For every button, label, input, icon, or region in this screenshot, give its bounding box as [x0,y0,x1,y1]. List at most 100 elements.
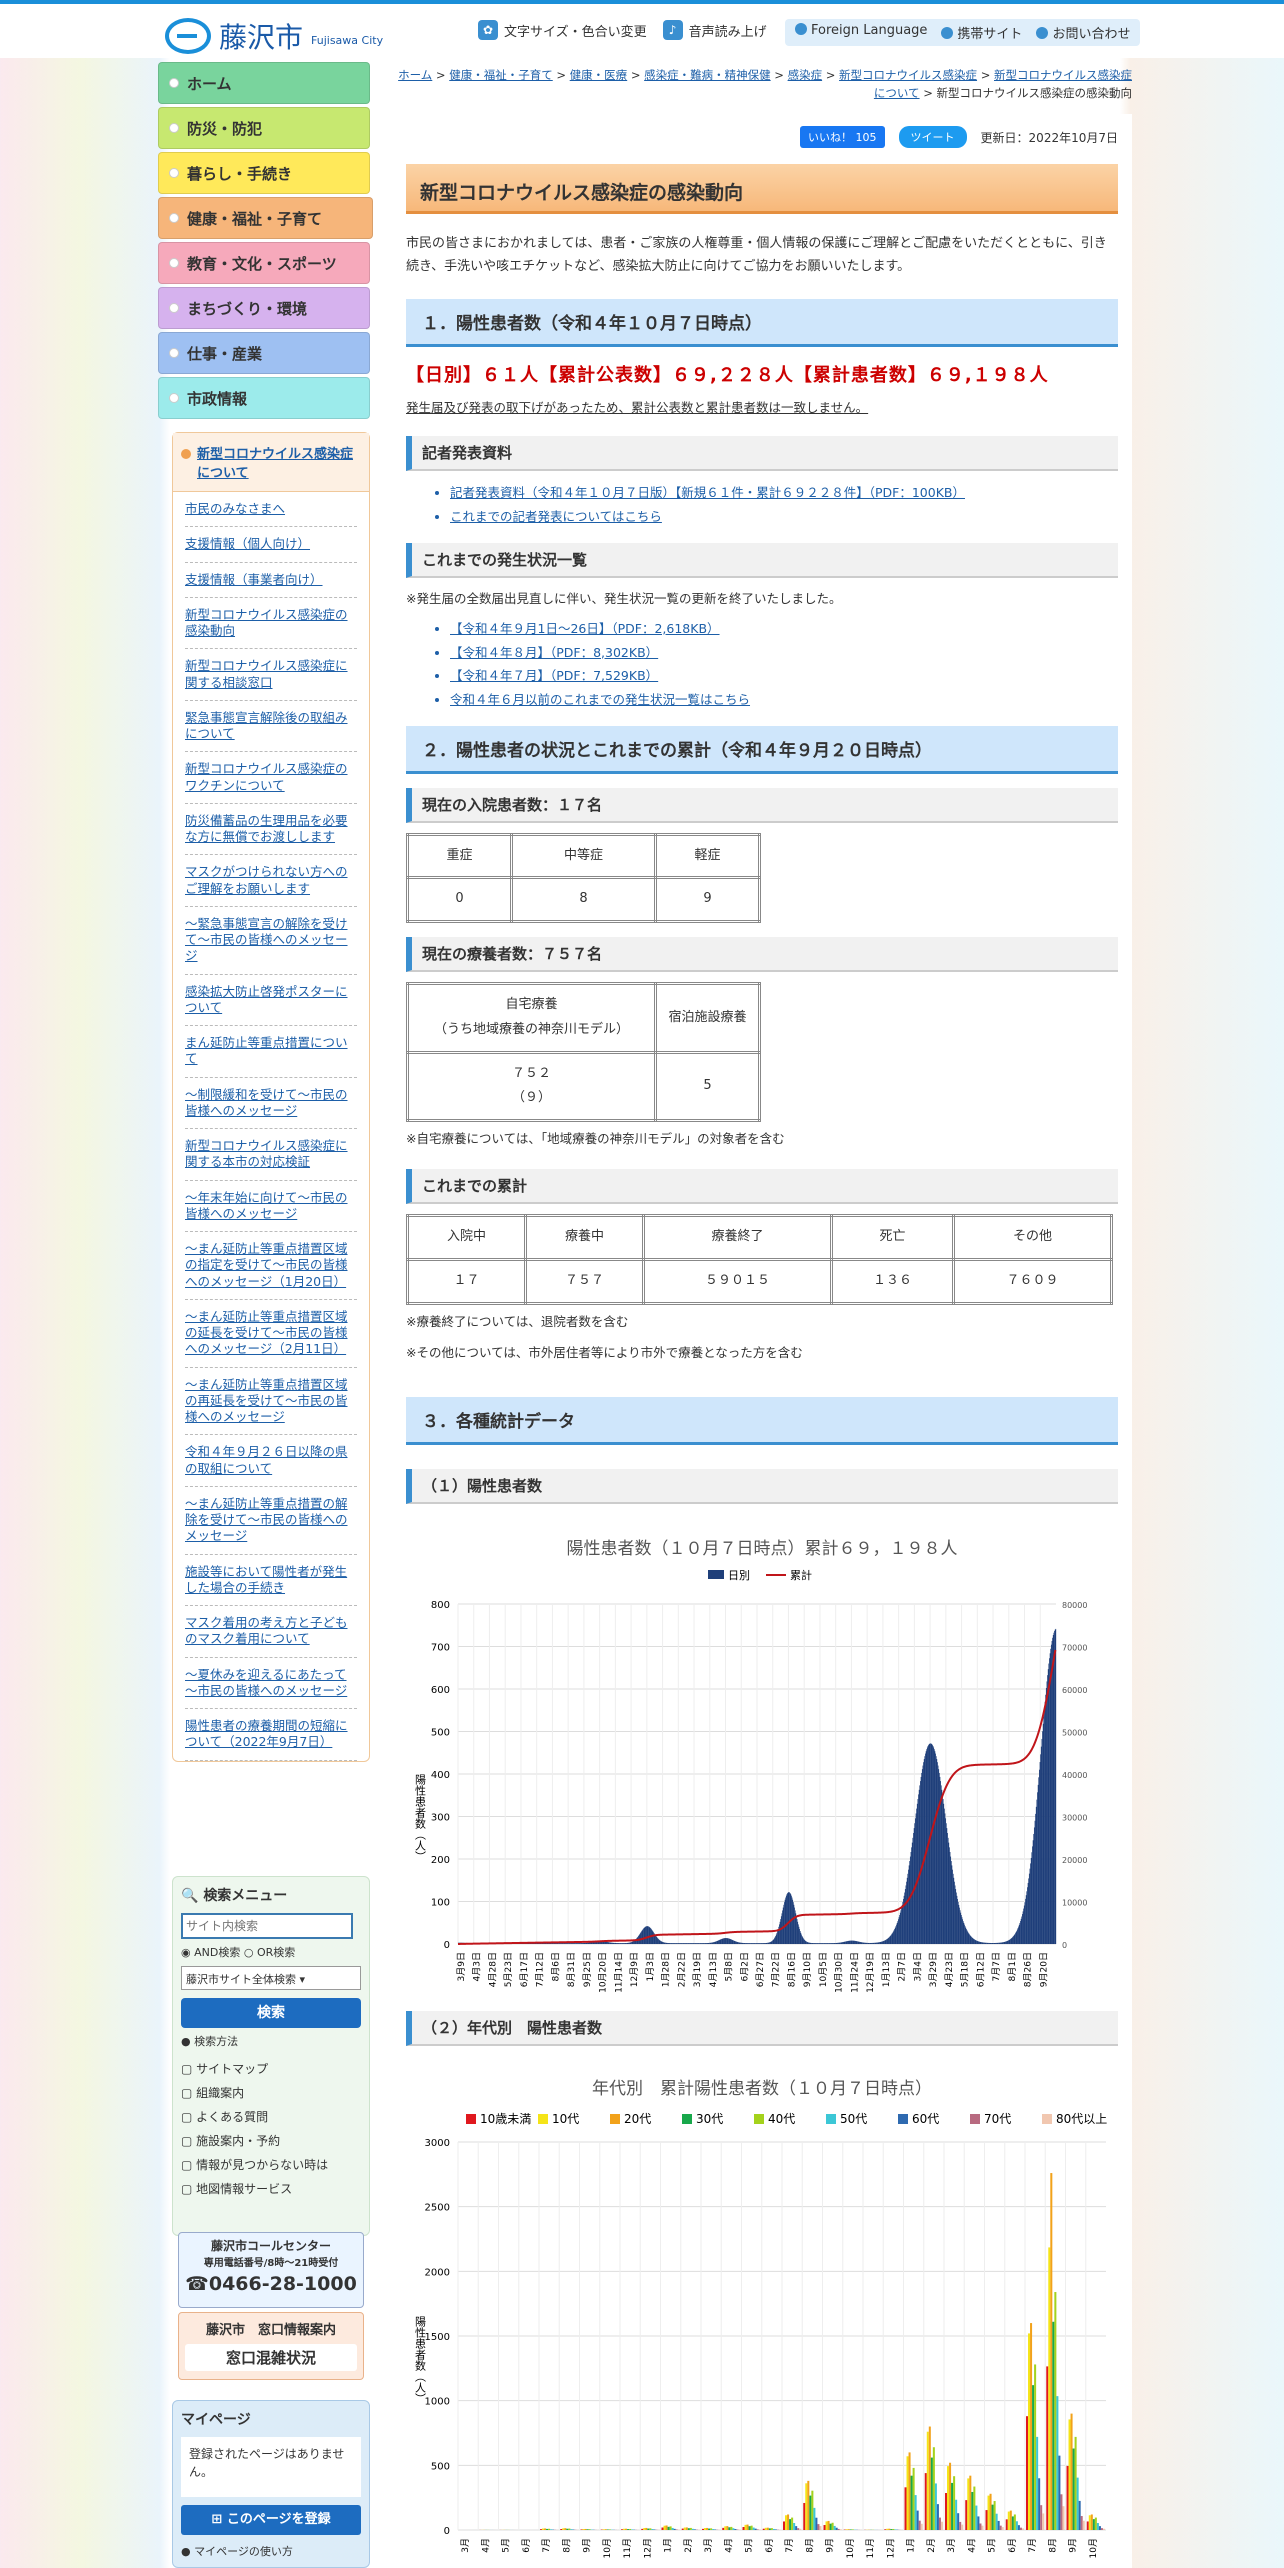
search-scope-select[interactable]: 藤沢市サイト全体検索 ▾ [181,1966,361,1990]
utility-link[interactable]: ▢ 情報が見つからない時は [181,2153,361,2177]
utility-link[interactable]: ▢ 施設案内・予約 [181,2129,361,2153]
side-menu-item[interactable]: ～制限緩和を受けて～市民の皆様へのメッセージ [185,1078,357,1129]
age-bar [548,2528,551,2531]
facebook-like-button[interactable]: いいね！ 105 [800,126,885,148]
age-bar [685,2527,688,2531]
age-bar [708,2528,711,2531]
side-menu-item[interactable]: 緊急事態宣言解除後の取組みについて [185,701,357,753]
x-tick: 8月 [561,2538,572,2553]
age-bar [702,2528,705,2531]
side-menu-item[interactable]: 施設等において陽性者が発生した場合の手続き [185,1555,357,1606]
gnav-item-3[interactable]: 健康・福祉・子育て [158,197,373,239]
side-menu-item[interactable]: ～まん延防止等重点措置の解除を受けて～市民の皆様へのメッセージ [185,1487,357,1555]
read-aloud-tool[interactable]: ♪ 音声読み上げ [662,20,767,40]
side-menu-item[interactable]: 新型コロナウイルス感染症に関する本市の対応検証 [185,1129,357,1181]
side-menu-item[interactable]: 支援情報（事業者向け） [185,563,357,598]
gnav-item-0[interactable]: ホーム [158,62,370,104]
site-logo[interactable]: 藤沢市 Fujisawa City [165,16,383,56]
side-menu-item[interactable]: ～年末年始に向けて～市民の皆様へのメッセージ [185,1181,357,1232]
y2-tick: 40000 [1062,1771,1087,1780]
side-menu-item[interactable]: 令和４年９月２６日以降の県の取組について [185,1435,357,1487]
history-link-sep[interactable]: 【令和４年９月1日～26日】（PDF：2,618KB） [450,617,1118,641]
td-mild: 9 [654,876,761,924]
side-menu-item[interactable]: 防災備蓄品の生理用品を必要な方に無償でお渡しします [185,804,357,856]
x-tick: 5月 [501,2538,512,2553]
age-bar [744,2524,747,2531]
side-menu-item[interactable]: ～まん延防止等重点措置区域の延長を受けて～市民の皆様へのメッセージ（2月11日） [185,1300,357,1368]
age-bar [971,2492,974,2531]
press-link-archive[interactable]: これまでの記者発表についてはこちら [450,505,1118,529]
side-menu-item[interactable]: 新型コロナウイルス感染症に関する相談窓口 [185,649,357,701]
gnav-item-7[interactable]: 市政情報 [158,377,370,419]
age-bar [564,2528,567,2531]
side-menu-item[interactable]: 市民のみなさまへ [185,492,357,528]
history-link-jul[interactable]: 【令和４年７月】（PDF：7,529KB） [450,664,1118,688]
side-menu-head[interactable]: 新型コロナウイルス感染症について [173,433,369,492]
window-info[interactable]: 藤沢市 窓口情報案内 窓口混雑状況 [178,2312,364,2380]
age-bar [977,2516,980,2531]
call-center-tel[interactable]: ☎0466-28-1000 [183,2273,359,2295]
x-tick: 7月 [784,2538,795,2553]
age-bar [955,2499,958,2531]
side-menu-item[interactable]: ～まん延防止等重点措置区域の指定を受けて～市民の皆様へのメッセージ（1月20日） [185,1232,357,1300]
utility-link[interactable]: ▢ サイトマップ [181,2057,361,2081]
th-recup: 療養中 [524,1214,645,1261]
y2-tick: 50000 [1062,1729,1087,1738]
side-menu-item[interactable]: 新型コロナウイルス感染症のワクチンについて [185,752,357,804]
side-menu-item[interactable]: 感染拡大防止啓発ポスターについて [185,975,357,1026]
history-note: ※発生届の全数届出見直しに伴い、発生状況一覧の更新を終了いたしました。 [406,590,842,606]
gnav-item-4[interactable]: 教育・文化・スポーツ [158,242,370,284]
hospitalized-heading: 現在の入院患者数：１７名 [406,787,1118,823]
age-bar [1017,2525,1020,2531]
global-nav: ホーム 防災・防犯 暮らし・手続き 健康・福祉・子育て 教育・文化・スポーツ まちづくり・… [158,62,373,422]
x-tick: 1月 [663,2538,674,2553]
side-menu-item[interactable]: 陽性患者の療養期間の短縮について（2022年9月7日） [185,1709,357,1761]
age-bar [805,2483,808,2531]
gnav-item-6[interactable]: 仕事・産業 [158,332,370,374]
age-bar [823,2525,826,2531]
side-menu-item[interactable]: 支援情報（個人向け） [185,527,357,563]
age-bar [920,2523,923,2531]
press-link-latest[interactable]: 記者発表資料（令和４年１０月７日版）【新規６１件・累計６９２２８件】（PDF：1… [450,481,1118,505]
contact-link[interactable]: お問い合わせ [1036,23,1130,42]
age-bar [653,2529,656,2531]
breadcrumb-item[interactable]: 新型コロナウイルス感染症 [839,68,977,82]
breadcrumb-item[interactable]: 感染症 [788,68,823,82]
search-how-link[interactable]: ● 検索方法 [181,2033,361,2049]
legend-swatch [466,2114,476,2125]
or-radio[interactable]: ○ OR検索 [244,1946,295,1959]
foreign-language-link[interactable]: Foreign Language [795,23,927,42]
side-menu-item[interactable]: ～緊急事態宣言の解除を受けて～市民の皆様へのメッセージ [185,907,357,975]
tweet-button[interactable]: ツイート [898,126,967,148]
side-menu-item[interactable]: マスク着用の考え方と子どものマスク着用について [185,1606,357,1658]
press-heading: 記者発表資料 [406,436,1118,472]
font-color-tool[interactable]: ✿ 文字サイズ・色合い変更 [478,20,647,40]
breadcrumb-item[interactable]: 健康・福祉・子育て [449,68,553,82]
search-button[interactable]: 検索 [181,1998,361,2028]
side-menu-item[interactable]: 新型コロナウイルス感染症の感染動向 [185,598,357,650]
history-link-aug[interactable]: 【令和４年８月】（PDF：8,302KB） [450,641,1118,665]
mypage-how-link[interactable]: ● マイページの使い方 [181,2543,361,2559]
and-radio[interactable]: ◉ AND検索 [181,1946,240,1959]
side-menu-item[interactable]: ～夏休みを迎えるにあたって～市民の皆様へのメッセージ [185,1658,357,1709]
breadcrumb-item[interactable]: 感染症・難病・精神保健 [644,68,771,82]
side-menu-item[interactable]: マスクがつけられない方へのご理解をお願いします [185,855,357,907]
search-input[interactable] [181,1913,353,1939]
utility-link[interactable]: ▢ よくある質問 [181,2105,361,2129]
register-page-button[interactable]: ⊞ このページを登録 [181,2505,361,2535]
x-tick: 8月26日 [1023,1952,1034,1987]
side-menu-item[interactable]: まん延防止等重点措置について [185,1026,357,1078]
gnav-item-1[interactable]: 防災・防犯 [158,107,370,149]
gnav-item-5[interactable]: まちづくり・環境 [158,287,370,329]
age-bar [1074,2436,1077,2531]
mobile-site-link[interactable]: 携帯サイト [941,23,1022,42]
breadcrumb-item[interactable]: ホーム [398,68,432,82]
daily-cases-chart: 陽性患者数（１０月７日時点）累計６９，１９８人日別 累計 0 0 100 10000 200… [414,1539,1088,1993]
breadcrumb-item[interactable]: 健康・医療 [570,68,628,82]
utility-link[interactable]: ▢ 地図情報サービス [181,2177,361,2201]
age-bar [831,2522,834,2531]
history-link-older[interactable]: 令和４年６月以前のこれまでの発生状況一覧はこちら [450,688,1118,712]
gnav-item-2[interactable]: 暮らし・手続き [158,152,370,194]
utility-link[interactable]: ▢ 組織案内 [181,2081,361,2105]
side-menu-item[interactable]: ～まん延防止等重点措置区域の再延長を受けて～市民の皆様へのメッセージ [185,1368,357,1436]
